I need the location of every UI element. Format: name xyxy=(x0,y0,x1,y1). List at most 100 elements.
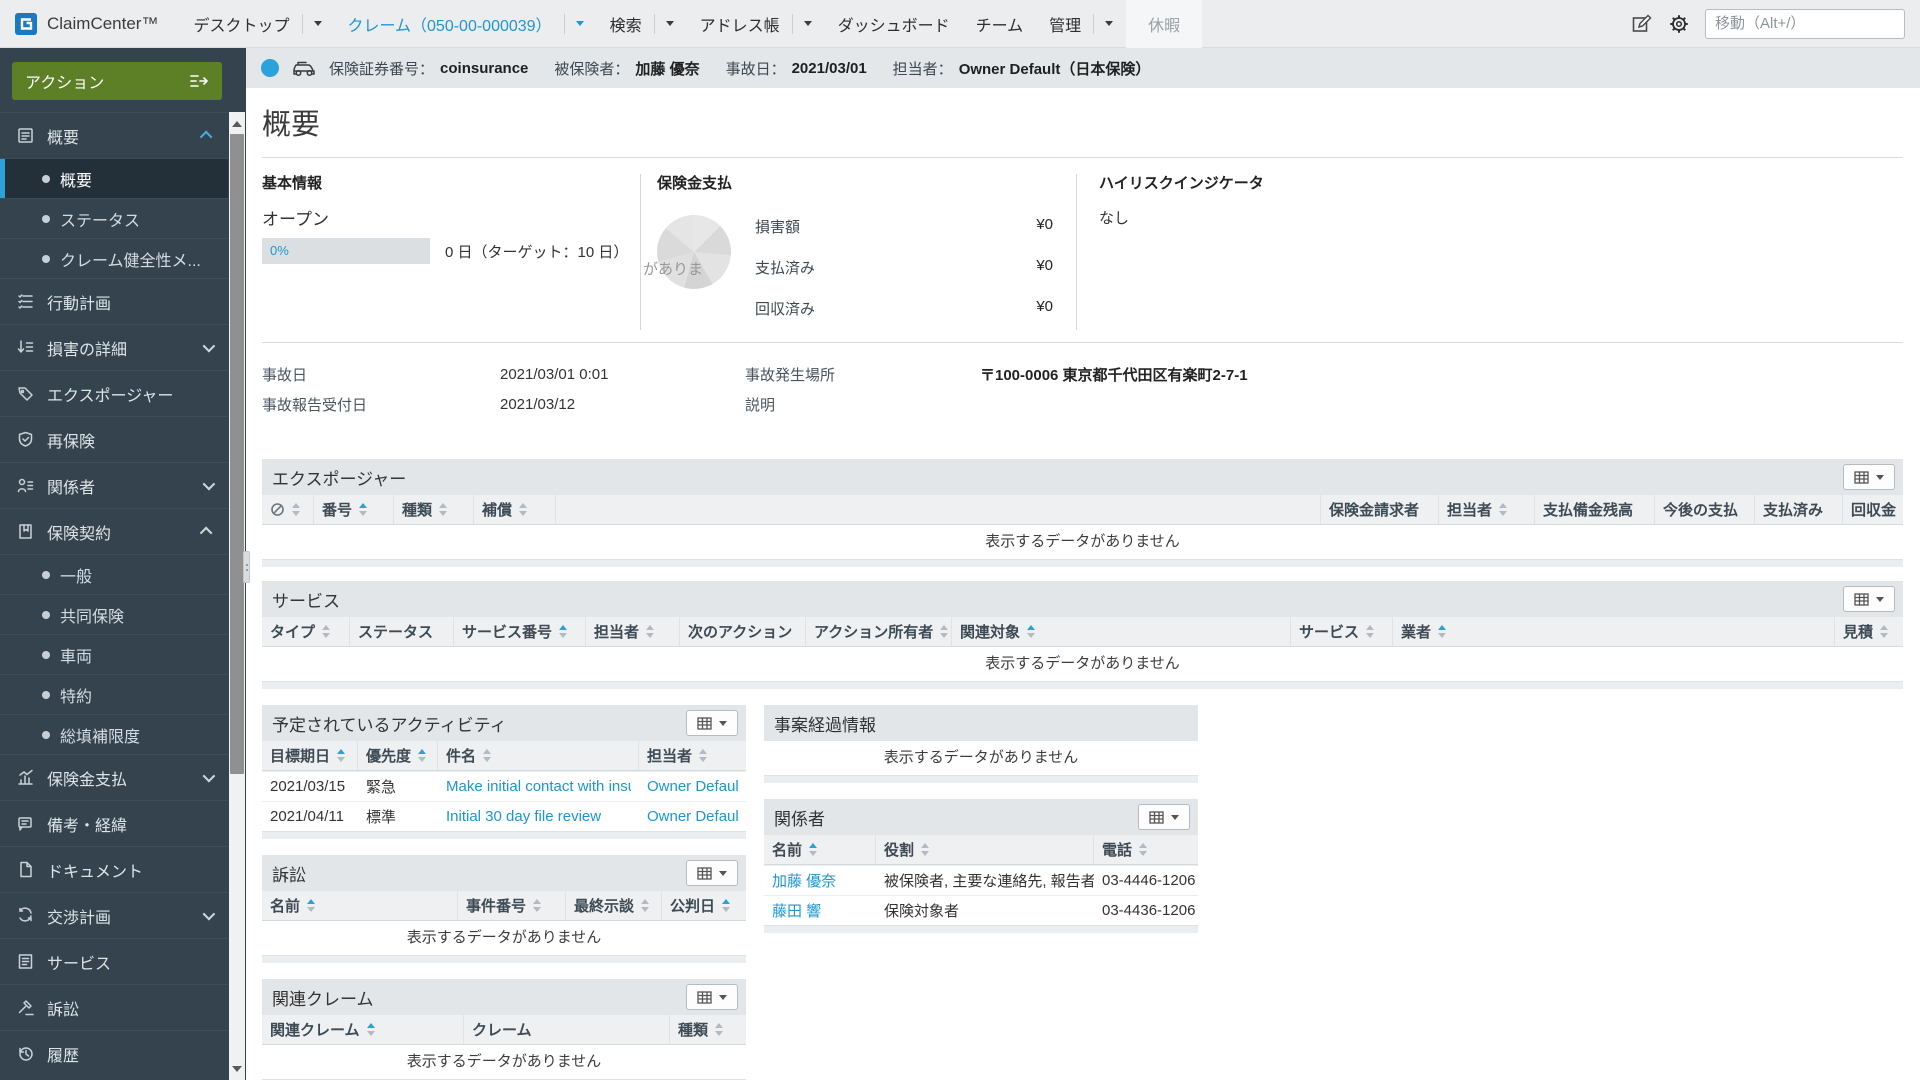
sidebar-item-exposures[interactable]: エクスポージャー xyxy=(0,370,228,416)
sidebar-subitem-claim-health[interactable]: クレーム健全性メ... xyxy=(0,238,228,278)
column-header-service-owner[interactable]: 担当者 xyxy=(586,617,680,646)
column-header-final-settlement[interactable]: 最終示談 xyxy=(566,891,662,920)
sidebar-subitem-vehicles[interactable]: 車両 xyxy=(0,634,228,674)
sidebar-item-litigation[interactable]: 訴訟 xyxy=(0,984,228,1030)
sidebar-item-negotiation[interactable]: 交渉計画 xyxy=(0,892,228,938)
column-header-party-role[interactable]: 役割 xyxy=(876,835,1094,864)
activities-table-options-button[interactable] xyxy=(686,710,738,736)
overview-icon xyxy=(16,126,35,145)
sidebar-item-action-plan[interactable]: 行動計画 xyxy=(0,278,228,324)
sidebar-subitem-endorsements[interactable]: 特約 xyxy=(0,674,228,714)
nav-desktop[interactable]: デスクトップ xyxy=(180,0,334,48)
scrollbar-thumb[interactable] xyxy=(230,134,244,774)
column-header-action-owner[interactable]: アクション所有者 xyxy=(806,617,952,646)
activity-row: 2021/04/11 標準 Initial 30 day file review… xyxy=(262,801,746,831)
column-header-vendor[interactable]: 業者 xyxy=(1393,617,1835,646)
related-claims-table-options-button[interactable] xyxy=(686,984,738,1010)
actions-button[interactable]: アクション xyxy=(12,62,222,100)
high-risk-panel: ハイリスクインジケータ なし xyxy=(1077,172,1903,332)
compose-note-button[interactable] xyxy=(1631,13,1653,35)
column-header-service-status[interactable]: ステータス xyxy=(350,617,454,646)
sidebar-item-documents[interactable]: ドキュメント xyxy=(0,846,228,892)
nav-search[interactable]: 検索 xyxy=(597,0,687,48)
column-header-type[interactable]: 種類 xyxy=(394,495,474,524)
column-header-priority[interactable]: 優先度 xyxy=(358,741,438,770)
nav-admin[interactable]: 管理 xyxy=(1036,0,1126,48)
column-header-coverage[interactable]: 補償 xyxy=(474,495,556,524)
column-header-relation-type[interactable]: 種類 xyxy=(670,1015,746,1044)
chevron-down-icon[interactable] xyxy=(804,21,812,26)
sidebar-subitem-status[interactable]: ステータス xyxy=(0,198,228,238)
sidebar-item-reinsurance[interactable]: 再保険 xyxy=(0,416,228,462)
sidebar-item-parties[interactable]: 関係者 xyxy=(0,462,228,508)
column-header-trial-date[interactable]: 公判日 xyxy=(662,891,746,920)
sidebar-scrollbar[interactable] xyxy=(229,112,245,1080)
column-header-closed[interactable] xyxy=(262,495,314,524)
column-header-reserves[interactable]: 支払備金残高 xyxy=(1535,495,1655,524)
chevron-down-icon xyxy=(719,721,727,726)
scroll-down-arrow-icon[interactable] xyxy=(229,1060,245,1077)
column-header-number[interactable]: 番号 xyxy=(314,495,394,524)
litigation-table-options-button[interactable] xyxy=(686,860,738,886)
column-header-subject[interactable]: 件名 xyxy=(438,741,639,770)
chevron-up-icon xyxy=(200,527,213,540)
chevron-down-icon[interactable] xyxy=(576,21,584,26)
activity-owner-link[interactable]: Owner Default xyxy=(647,808,738,825)
parties-table-options-button[interactable] xyxy=(1138,804,1190,830)
loss-date-field: 事故日： 2021/03/01 xyxy=(726,58,867,79)
sidebar-subitem-aggregate-limits[interactable]: 総填補限度 xyxy=(0,714,228,754)
column-header-quote[interactable]: 見積 xyxy=(1835,617,1903,646)
nav-address-book[interactable]: アドレス帳 xyxy=(687,0,825,48)
sidebar-subitem-coinsurance[interactable]: 共同保険 xyxy=(0,594,228,634)
column-header-case-number[interactable]: 事件番号 xyxy=(458,891,566,920)
column-header-activity-owner[interactable]: 担当者 xyxy=(639,741,746,770)
sidebar-item-notes[interactable]: 備考・経緯 xyxy=(0,800,228,846)
column-header-service[interactable]: サービス xyxy=(1291,617,1393,646)
activity-subject-link[interactable]: Make initial contact with insured xyxy=(446,778,631,795)
actions-arrow-icon xyxy=(189,73,209,89)
column-header-paid[interactable]: 支払済み xyxy=(1755,495,1843,524)
sidebar-item-services[interactable]: サービス xyxy=(0,938,228,984)
column-header-claimant[interactable]: 保険金請求者 xyxy=(1321,495,1439,524)
party-name-link[interactable]: 藤田 響 xyxy=(772,900,821,921)
scroll-up-arrow-icon[interactable] xyxy=(229,115,245,132)
sidebar-item-summary[interactable]: 概要 xyxy=(0,112,228,158)
services-table-options-button[interactable] xyxy=(1843,586,1895,612)
column-header-claim[interactable]: クレーム xyxy=(464,1015,670,1044)
column-header-next-action[interactable]: 次のアクション xyxy=(680,617,806,646)
financials-panel: 保険金支払 がありま 損害額 ¥0 支払済み ¥0 回収済み xyxy=(641,172,1076,332)
goto-input[interactable] xyxy=(1705,9,1905,39)
sidebar-item-loss-details[interactable]: 損害の詳細 xyxy=(0,324,228,370)
nav-vacation[interactable]: 休暇 xyxy=(1126,0,1202,48)
exposures-table-options-button[interactable] xyxy=(1843,464,1895,490)
column-header-related-claim[interactable]: 関連クレーム xyxy=(262,1015,464,1044)
sidebar-item-financials[interactable]: 保険金支払 xyxy=(0,754,228,800)
settings-button[interactable] xyxy=(1668,13,1690,35)
activity-owner-link[interactable]: Owner Default xyxy=(647,778,738,795)
table-icon xyxy=(1149,811,1164,824)
chevron-down-icon[interactable] xyxy=(1105,21,1113,26)
sidebar-subitem-overview[interactable]: 概要 xyxy=(0,158,228,198)
card-footer xyxy=(764,775,1198,783)
column-header-service-number[interactable]: サービス番号 xyxy=(454,617,586,646)
chevron-down-icon[interactable] xyxy=(666,21,674,26)
nav-claim[interactable]: クレーム（050-00-000039） xyxy=(335,0,597,48)
column-header-party-name[interactable]: 名前 xyxy=(764,835,876,864)
column-header-service-type[interactable]: タイプ xyxy=(262,617,350,646)
column-header-related-to[interactable]: 関連対象 xyxy=(952,617,1291,646)
nav-dashboard[interactable]: ダッシュボード xyxy=(825,0,963,48)
chevron-down-icon[interactable] xyxy=(314,21,322,26)
panel-resize-handle[interactable] xyxy=(243,551,250,583)
activity-subject-link[interactable]: Initial 30 day file review xyxy=(446,808,601,825)
column-header-party-phone[interactable]: 電話 xyxy=(1094,835,1198,864)
sidebar-item-policy[interactable]: 保険契約 xyxy=(0,508,228,554)
column-header-matter-name[interactable]: 名前 xyxy=(262,891,458,920)
sidebar-item-history[interactable]: 履歴 xyxy=(0,1030,228,1076)
nav-team[interactable]: チーム xyxy=(963,0,1037,48)
column-header-due-date[interactable]: 目標期日 xyxy=(262,741,358,770)
column-header-future-payments[interactable]: 今後の支払 xyxy=(1655,495,1755,524)
column-header-owner[interactable]: 担当者 xyxy=(1439,495,1535,524)
column-header-recoveries[interactable]: 回収金 xyxy=(1843,495,1903,524)
sidebar-subitem-general[interactable]: 一般 xyxy=(0,554,228,594)
party-name-link[interactable]: 加藤 優奈 xyxy=(772,870,836,891)
